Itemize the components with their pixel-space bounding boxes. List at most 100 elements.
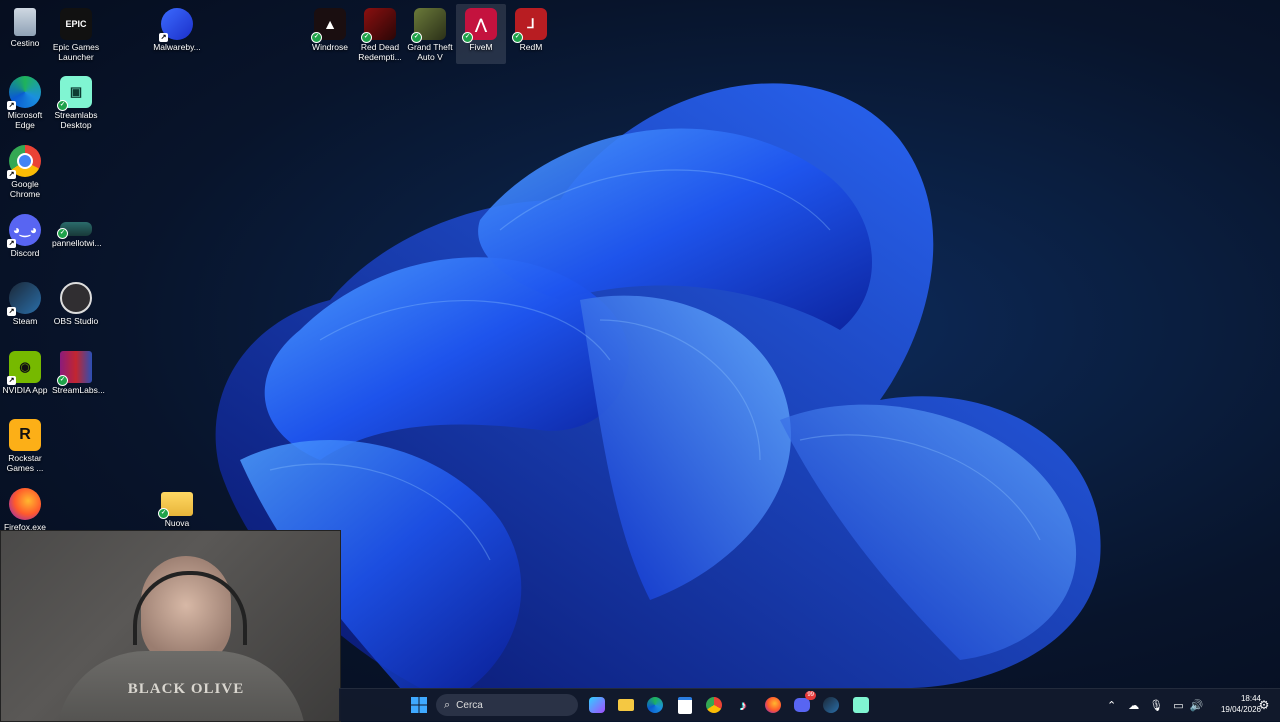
edge-icon: ↗ — [7, 76, 41, 110]
windows-logo-icon — [411, 697, 427, 713]
search-placeholder: Cerca — [456, 699, 483, 711]
winrar-archive-icon: ✓ — [57, 351, 92, 386]
firefox-icon — [9, 488, 41, 520]
steam-icon — [823, 697, 839, 713]
desktop-icon-malwarebytes[interactable]: ↗ Malwareby... — [152, 4, 202, 64]
icon-label: Streamlabs Desktop — [54, 110, 98, 130]
icon-label: Nuova — [164, 518, 190, 528]
desktop-icon-pannellotwitch[interactable]: ✓ pannellotwi... — [51, 210, 102, 270]
shortcut-arrow-icon: ↗ — [7, 101, 16, 110]
store-icon — [678, 696, 692, 714]
icon-label: Cestino — [10, 38, 40, 48]
sync-check-icon: ✓ — [57, 375, 68, 386]
icon-label: Rockstar Games ... — [6, 453, 44, 473]
icon-label: Malwareby... — [153, 42, 201, 52]
discord-taskbar-button[interactable]: 99 — [790, 691, 816, 717]
desktop-icon-fivem[interactable]: ⋀ ✓ FiveM — [456, 4, 506, 64]
icon-label: Steam — [12, 316, 38, 326]
file-shortcut-icon: ✓ — [57, 222, 92, 239]
show-hidden-icons-chevron-icon[interactable]: ⌃ — [1107, 699, 1116, 712]
desktop-icon-steam[interactable]: ↗ Steam — [0, 278, 50, 338]
icon-label: OBS Studio — [53, 316, 99, 326]
search-icon: ⌕ — [444, 698, 451, 711]
desktop-icon-streamlabs-archive[interactable]: ✓ StreamLabs... — [51, 347, 105, 407]
desktop-icon-redm[interactable]: ⅃ ✓ RedM — [506, 4, 556, 64]
nvidia-icon: ◉ ↗ — [7, 351, 41, 385]
streamlabs-taskbar-button[interactable] — [849, 693, 873, 717]
streamlabs-icon — [853, 697, 869, 713]
fivem-icon: ⋀ ✓ — [462, 8, 497, 43]
firefox-taskbar-button[interactable] — [761, 693, 785, 717]
icon-label: pannellotwi... — [52, 238, 102, 248]
desktop-icon-google-chrome[interactable]: ↗ Google Chrome — [0, 141, 50, 201]
sync-check-icon: ✓ — [462, 32, 473, 43]
desktop-icon-obs-studio[interactable]: OBS Studio — [51, 278, 101, 338]
network-icon[interactable]: ▭ — [1173, 699, 1183, 712]
desktop-icon-windrose[interactable]: ▲ ✓ Windrose — [305, 4, 355, 64]
sync-check-icon: ✓ — [361, 32, 372, 43]
shortcut-arrow-icon: ↗ — [7, 239, 16, 248]
icon-label: Windrose — [312, 42, 348, 52]
discord-icon: ◕‿◕ ↗ — [7, 214, 41, 248]
steam-taskbar-button[interactable] — [819, 693, 843, 717]
desktop-icon-discord[interactable]: ◕‿◕ ↗ Discord — [0, 210, 50, 270]
taskbar-search-box[interactable]: ⌕ Cerca — [436, 694, 578, 716]
file-explorer-button[interactable] — [614, 693, 638, 717]
taskbar: ⌕ Cerca ♪ 99 ⌃ ☁ 🎙 ▭ 🔊 18:44 19/04/2026 … — [339, 688, 1280, 721]
icon-label: Red Dead Redempti... — [358, 42, 402, 62]
sync-check-icon: ✓ — [311, 32, 322, 43]
chrome-taskbar-button[interactable] — [702, 693, 726, 717]
desktop-icon-epic-games[interactable]: EPIC Epic Games Launcher — [51, 4, 101, 64]
desktop-icon-red-dead-redemption[interactable]: ✓ Red Dead Redempti... — [355, 4, 405, 64]
start-button[interactable] — [407, 693, 431, 717]
edge-icon — [647, 697, 663, 713]
edge-taskbar-button[interactable] — [643, 693, 667, 717]
webcam-overlay: BLACK OLIVE — [0, 530, 341, 722]
desktop-icon-streamlabs-desktop[interactable]: ▣ ✓ Streamlabs Desktop — [51, 72, 101, 132]
store-button[interactable] — [673, 693, 697, 717]
desktop-icon-rockstar-games[interactable]: R Rockstar Games ... — [0, 415, 50, 475]
copilot-icon — [589, 697, 605, 713]
chrome-icon — [706, 697, 722, 713]
tiktok-icon: ♪ — [739, 697, 747, 713]
sync-check-icon: ✓ — [57, 228, 68, 239]
malwarebytes-icon: ↗ — [159, 8, 193, 42]
rockstar-icon: R — [9, 419, 41, 451]
icon-label: NVIDIA App — [2, 385, 48, 395]
recycle-bin-icon — [14, 8, 36, 36]
system-tray: ⌃ ☁ 🎙 ▭ 🔊 — [1107, 689, 1203, 721]
sync-check-icon: ✓ — [512, 32, 523, 43]
onedrive-cloud-icon[interactable]: ☁ — [1128, 699, 1139, 712]
streamlabs-icon: ▣ ✓ — [57, 76, 92, 111]
settings-button[interactable]: ⚙ — [1252, 693, 1276, 717]
folder-icon: ✓ — [158, 492, 193, 519]
sync-check-icon: ✓ — [57, 100, 68, 111]
microphone-icon[interactable]: 🎙 — [1149, 699, 1163, 712]
icon-label: Google Chrome — [9, 179, 41, 199]
webcam-shirt-text: BLACK OLIVE — [127, 681, 245, 697]
shortcut-arrow-icon: ↗ — [7, 376, 16, 385]
windrose-icon: ▲ ✓ — [311, 8, 346, 43]
shortcut-arrow-icon: ↗ — [7, 307, 16, 316]
notification-badge: 99 — [805, 691, 816, 700]
desktop-icon-nvidia-app[interactable]: ◉ ↗ NVIDIA App — [0, 347, 50, 407]
desktop-icon-microsoft-edge[interactable]: ↗ Microsoft Edge — [0, 72, 50, 132]
tiktok-button[interactable]: ♪ — [731, 693, 755, 717]
chrome-icon: ↗ — [7, 145, 41, 179]
redm-icon: ⅃ ✓ — [512, 8, 547, 43]
firefox-icon — [765, 697, 781, 713]
discord-icon — [794, 698, 810, 712]
icon-label: Discord — [10, 248, 40, 258]
obs-icon — [60, 282, 92, 314]
copilot-button[interactable] — [585, 693, 609, 717]
icon-label: FiveM — [469, 42, 493, 52]
epic-games-icon: EPIC — [60, 8, 92, 40]
desktop-icon-recycle-bin[interactable]: Cestino — [0, 4, 50, 64]
icon-label: RedM — [519, 42, 543, 52]
shortcut-arrow-icon: ↗ — [7, 170, 16, 179]
icon-label: Microsoft Edge — [7, 110, 43, 130]
folder-icon — [618, 699, 634, 711]
desktop-icon-gta-v[interactable]: ✓ Grand Theft Auto V — [405, 4, 455, 64]
red-dead-redemption-icon: ✓ — [361, 8, 396, 43]
steam-icon: ↗ — [7, 282, 41, 316]
